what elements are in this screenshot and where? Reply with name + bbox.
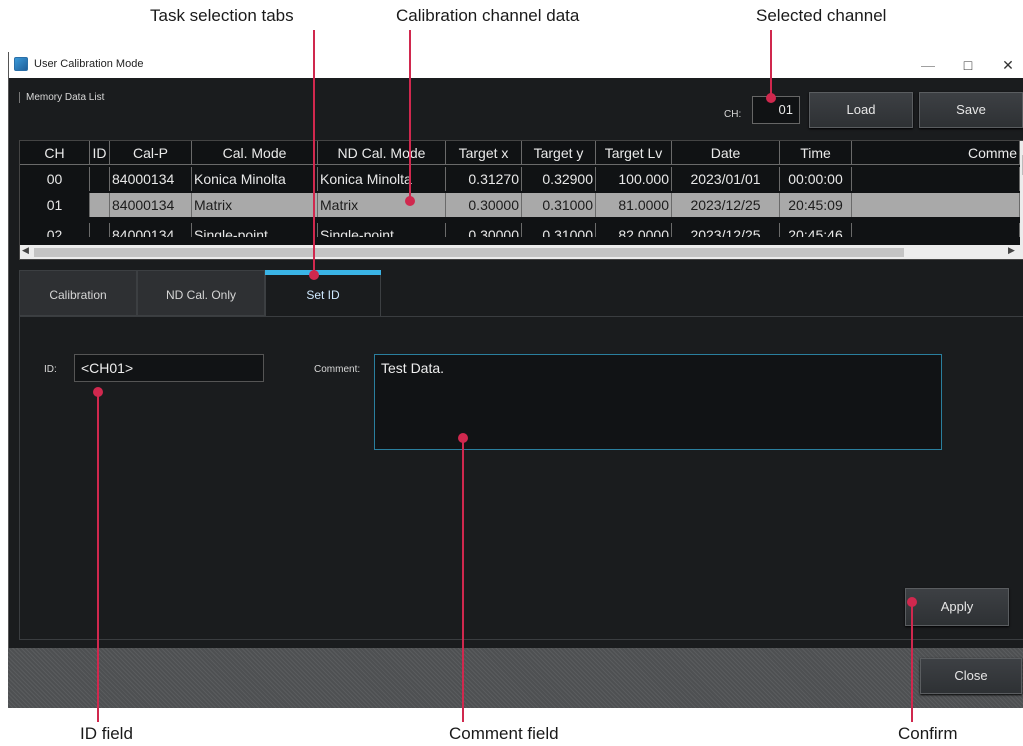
task-tab-area: Calibration ND Cal. Only Set ID xyxy=(19,270,1023,640)
annotation-line xyxy=(462,438,464,722)
id-field[interactable]: <CH01> xyxy=(74,354,264,382)
column-header[interactable]: CH xyxy=(20,141,90,165)
annotation-dot xyxy=(309,270,319,280)
memory-data-list-label: Memory Data List xyxy=(19,92,104,103)
table-cell: 0.31000 xyxy=(522,193,596,217)
table-cell: 81.0000 xyxy=(596,193,672,217)
table-cell: 84000134 xyxy=(110,223,192,237)
annotation-id-field: ID field xyxy=(80,724,133,743)
apply-button[interactable]: Apply xyxy=(905,588,1009,626)
table-cell: 00:00:00 xyxy=(780,167,852,191)
table-cell: Konica Minolta xyxy=(192,167,318,191)
tab-nd-cal-only[interactable]: ND Cal. Only xyxy=(137,270,265,316)
annotation-selected-channel: Selected channel xyxy=(756,6,887,25)
id-label: ID: xyxy=(44,364,57,375)
channel-label: CH: xyxy=(724,109,742,120)
annotation-task-tabs: Task selection tabs xyxy=(150,6,294,25)
table-cell: Single-point xyxy=(318,223,446,237)
comment-label: Comment: xyxy=(314,364,361,375)
channel-input[interactable]: 01 xyxy=(752,96,800,124)
table-cell: 2023/12/25 xyxy=(672,193,780,217)
table-cell xyxy=(90,193,110,217)
table-cell: 0.30000 xyxy=(446,223,522,237)
table-cell: 84000134 xyxy=(110,193,192,217)
table-cell: 00 xyxy=(20,167,90,191)
annotation-channel-data: Calibration channel data xyxy=(396,6,580,25)
table-cell: 01 xyxy=(20,193,90,217)
table-cell: 0.32900 xyxy=(522,167,596,191)
table-cell: 100.000 xyxy=(596,167,672,191)
table-cell xyxy=(852,223,1020,237)
column-header[interactable]: Cal. Mode xyxy=(192,141,318,165)
horizontal-scroll-thumb[interactable] xyxy=(34,248,904,257)
table-row[interactable]: 00 84000134 Konica Minolta Konica Minolt… xyxy=(20,167,1020,191)
annotation-comment-field: Comment field xyxy=(449,724,559,743)
tab-calibration[interactable]: Calibration xyxy=(19,270,137,316)
minimize-button[interactable]: — xyxy=(913,54,943,76)
table-cell: Single-point xyxy=(192,223,318,237)
table-row[interactable]: 02 84000134 Single-point Single-point 0.… xyxy=(20,219,1020,237)
column-header[interactable]: Time xyxy=(780,141,852,165)
column-header[interactable]: Target x xyxy=(446,141,522,165)
title-bar: User Calibration Mode — □ ✕ xyxy=(9,52,1023,78)
table-header-row: CH ID Cal-P Cal. Mode ND Cal. Mode Targe… xyxy=(20,141,1020,165)
column-header[interactable]: Target y xyxy=(522,141,596,165)
annotation-line xyxy=(313,30,315,274)
window-close-button[interactable]: ✕ xyxy=(993,54,1023,76)
save-button[interactable]: Save xyxy=(919,92,1023,128)
column-header[interactable]: ID xyxy=(90,141,110,165)
app-icon xyxy=(14,57,28,71)
annotation-line xyxy=(911,602,913,722)
table-cell xyxy=(852,193,1020,217)
table-cell: 0.31000 xyxy=(522,223,596,237)
tab-set-id[interactable]: Set ID xyxy=(265,270,381,316)
maximize-button[interactable]: □ xyxy=(953,54,983,76)
annotation-dot xyxy=(405,196,415,206)
annotation-line xyxy=(409,30,411,200)
column-header[interactable]: Comme xyxy=(852,141,1020,165)
scroll-right-icon[interactable]: ▶ xyxy=(1008,245,1015,256)
table-cell: 0.30000 xyxy=(446,193,522,217)
annotation-dot xyxy=(766,93,776,103)
table-cell: 02 xyxy=(20,223,90,237)
close-button[interactable]: Close xyxy=(920,658,1022,694)
page: Task selection tabs Calibration channel … xyxy=(0,0,1023,746)
annotation-line xyxy=(97,392,99,722)
annotation-line xyxy=(770,30,772,100)
table-cell: 84000134 xyxy=(110,167,192,191)
table-cell: Matrix xyxy=(318,193,446,217)
table-cell xyxy=(90,167,110,191)
load-button[interactable]: Load xyxy=(809,92,913,128)
active-tab-indicator xyxy=(265,270,381,275)
column-header[interactable]: Date xyxy=(672,141,780,165)
bottom-bar xyxy=(8,648,1023,708)
table-cell: 2023/12/25 xyxy=(672,223,780,237)
table-cell: 82.0000 xyxy=(596,223,672,237)
window-title: User Calibration Mode xyxy=(34,58,144,70)
table-cell: Matrix xyxy=(192,193,318,217)
scroll-left-icon[interactable]: ◀ xyxy=(22,245,29,256)
memory-data-table[interactable]: CH ID Cal-P Cal. Mode ND Cal. Mode Targe… xyxy=(19,140,1023,260)
table-cell: 2023/01/01 xyxy=(672,167,780,191)
table-cell: 0.31270 xyxy=(446,167,522,191)
column-header[interactable]: ND Cal. Mode xyxy=(318,141,446,165)
table-cell: Konica Minolta xyxy=(318,167,446,191)
table-cell: 20:45:09 xyxy=(780,193,852,217)
table-cell xyxy=(852,167,1020,191)
column-header[interactable]: Cal-P xyxy=(110,141,192,165)
table-cell: 20:45:46 xyxy=(780,223,852,237)
horizontal-scrollbar[interactable]: ◀ ▶ xyxy=(20,245,1020,259)
annotation-confirm: Confirm xyxy=(898,724,958,743)
table-row-selected[interactable]: 01 84000134 Matrix Matrix 0.30000 0.3100… xyxy=(20,193,1020,217)
column-header[interactable]: Target Lv xyxy=(596,141,672,165)
table-cell xyxy=(90,223,110,237)
